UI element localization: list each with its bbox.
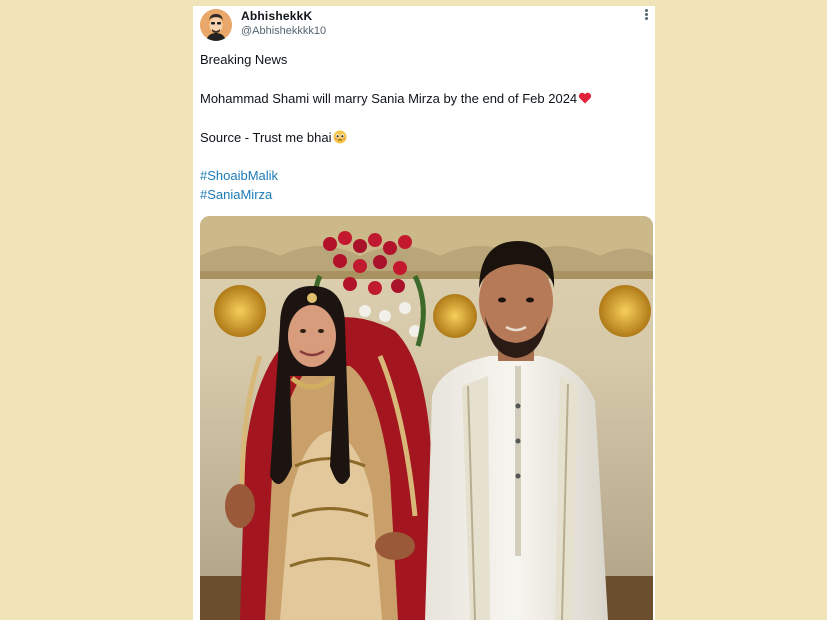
tweet-media-photo[interactable]: [200, 216, 653, 620]
display-name[interactable]: AbhishekkK: [241, 9, 312, 23]
tweet-text-line-2-content: Mohammad Shami will marry Sania Mirza by…: [200, 91, 578, 106]
tweet-text-line-1: Breaking News: [200, 52, 288, 67]
hashtag-link-saniamirza[interactable]: #SaniaMirza: [200, 187, 272, 202]
tweet-text-line-3-content: Source - Trust me bhai: [200, 130, 332, 145]
pleading-face-icon: [333, 130, 346, 144]
red-heart-icon: [579, 92, 592, 104]
hashtag-link-shoaibmalik[interactable]: #ShoaibMalik: [200, 168, 278, 183]
tweet-text-line-3: Source - Trust me bhai: [200, 130, 347, 145]
tweet-text-line-2: Mohammad Shami will marry Sania Mirza by…: [200, 91, 592, 106]
page-background: AbhishekkK @Abhishekkkk10 Breaking News …: [0, 0, 827, 620]
avatar[interactable]: [200, 9, 232, 41]
user-handle[interactable]: @Abhishekkkk10: [241, 25, 326, 37]
more-vertical-icon[interactable]: [641, 8, 651, 22]
tweet-card[interactable]: AbhishekkK @Abhishekkkk10 Breaking News …: [193, 6, 655, 620]
